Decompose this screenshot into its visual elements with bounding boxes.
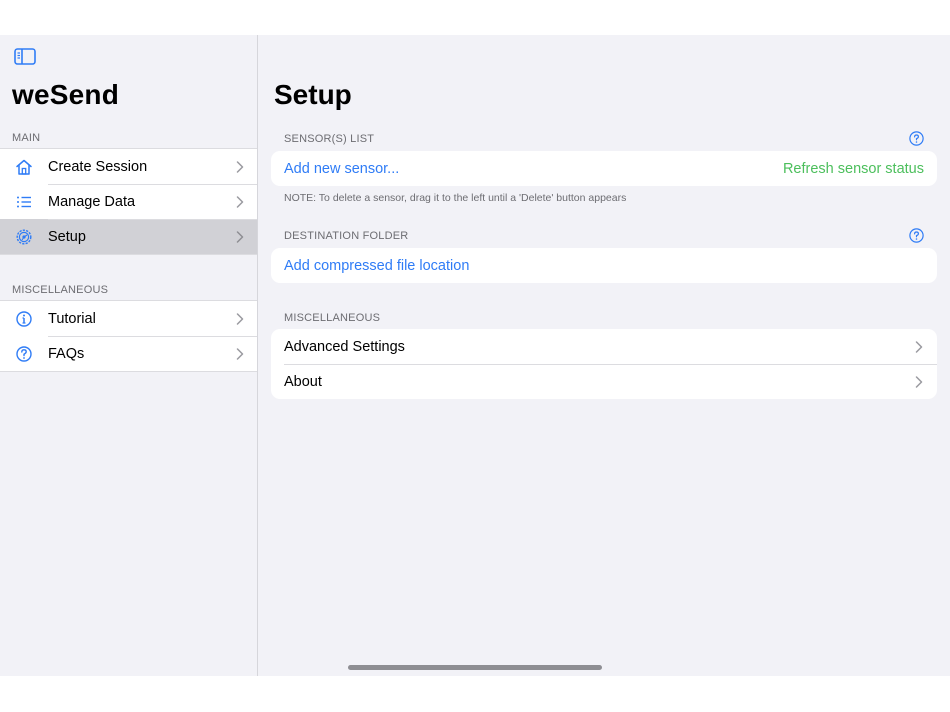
chevron-right-icon bbox=[915, 376, 923, 388]
sidebar-item-label: Setup bbox=[48, 228, 86, 245]
sidebar-item-tutorial[interactable]: Tutorial bbox=[0, 301, 257, 336]
sidebar-item-create-session[interactable]: Create Session bbox=[0, 149, 257, 184]
sidebar: weSend MAIN Create Session Manage Data S… bbox=[0, 35, 258, 676]
sensors-card: Add new sensor... Refresh sensor status bbox=[271, 151, 937, 186]
destination-row[interactable]: Add compressed file location bbox=[271, 248, 937, 283]
sensors-row: Add new sensor... Refresh sensor status bbox=[271, 151, 937, 186]
chevron-right-icon bbox=[236, 313, 244, 325]
add-file-location-button[interactable]: Add compressed file location bbox=[284, 258, 469, 274]
sidebar-item-label: Tutorial bbox=[48, 310, 96, 327]
sidebar-item-label: FAQs bbox=[48, 345, 85, 362]
advanced-settings-label: Advanced Settings bbox=[284, 338, 405, 355]
chevron-right-icon bbox=[236, 161, 244, 173]
list-icon bbox=[17, 196, 31, 208]
home-indicator[interactable] bbox=[348, 665, 602, 670]
chevron-right-icon bbox=[236, 348, 244, 360]
misc-card: Advanced Settings About bbox=[271, 329, 937, 399]
sidebar-item-label: Create Session bbox=[48, 158, 148, 175]
refresh-sensor-status-button[interactable]: Refresh sensor status bbox=[783, 161, 924, 177]
add-sensor-button[interactable]: Add new sensor... bbox=[284, 161, 399, 177]
about-row[interactable]: About bbox=[271, 364, 937, 399]
sidebar-item-manage-data[interactable]: Manage Data bbox=[0, 184, 257, 219]
sidebar-item-setup[interactable]: Setup bbox=[0, 219, 257, 254]
advanced-settings-row[interactable]: Advanced Settings bbox=[271, 329, 937, 364]
app-screen: weSend MAIN Create Session Manage Data S… bbox=[0, 35, 950, 676]
sidebar-item-faqs[interactable]: FAQs bbox=[0, 336, 257, 371]
misc-section-header: MISCELLANEOUS bbox=[284, 312, 381, 324]
main-content: Setup SENSOR(S) LIST Add new sensor... R… bbox=[258, 35, 950, 676]
sidebar-group-main: Create Session Manage Data Setup bbox=[0, 148, 257, 255]
info-icon bbox=[16, 311, 32, 327]
app-title: weSend bbox=[12, 79, 120, 110]
destination-card: Add compressed file location bbox=[271, 248, 937, 283]
house-icon bbox=[16, 159, 32, 175]
sensors-help-icon[interactable] bbox=[909, 131, 924, 146]
chevron-right-icon bbox=[236, 231, 244, 243]
chevron-right-icon bbox=[915, 341, 923, 353]
about-label: About bbox=[284, 373, 322, 390]
sensors-section-header: SENSOR(S) LIST bbox=[284, 133, 375, 145]
sensors-delete-note: NOTE: To delete a sensor, drag it to the… bbox=[284, 192, 627, 204]
gear-icon bbox=[16, 229, 32, 245]
sidebar-group-misc: Tutorial FAQs bbox=[0, 300, 257, 372]
page-title: Setup bbox=[274, 79, 352, 110]
sidebar-toggle-icon[interactable] bbox=[14, 48, 36, 65]
sidebar-section-header-misc: MISCELLANEOUS bbox=[12, 284, 109, 296]
destination-help-icon[interactable] bbox=[909, 228, 924, 243]
sidebar-section-header-main: MAIN bbox=[12, 132, 41, 144]
question-icon bbox=[16, 346, 32, 362]
sidebar-item-label: Manage Data bbox=[48, 193, 136, 210]
destination-section-header: DESTINATION FOLDER bbox=[284, 230, 409, 242]
chevron-right-icon bbox=[236, 196, 244, 208]
